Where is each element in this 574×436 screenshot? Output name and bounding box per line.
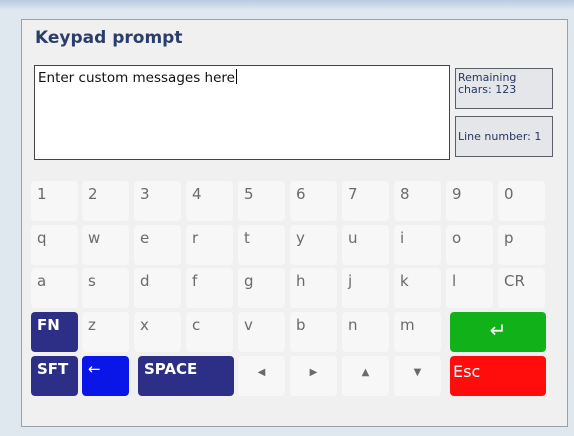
enter-button[interactable]: ↵ (450, 312, 546, 352)
cursor-left-button[interactable]: ◀ (238, 356, 285, 396)
cursor-up-button[interactable]: ▲ (342, 356, 389, 396)
key-k[interactable]: k (394, 268, 441, 308)
key-8[interactable]: 8 (394, 181, 441, 221)
up-arrow-icon: ▲ (361, 367, 370, 378)
key-f[interactable]: f (186, 268, 233, 308)
key-j[interactable]: j (342, 268, 389, 308)
key-b[interactable]: b (290, 312, 337, 352)
key-2[interactable]: 2 (82, 181, 129, 221)
key-g[interactable]: g (238, 268, 285, 308)
key-t[interactable]: t (238, 225, 285, 265)
enter-icon: ↵ (489, 318, 507, 342)
key-h[interactable]: h (290, 268, 337, 308)
key-4[interactable]: 4 (186, 181, 233, 221)
desktop-strip (0, 0, 574, 10)
key-shift[interactable]: SFT (31, 356, 78, 396)
left-arrow-icon: ◀ (257, 367, 266, 378)
dialog-title: Keypad prompt (35, 28, 183, 48)
key-6[interactable]: 6 (290, 181, 337, 221)
key-w[interactable]: w (82, 225, 129, 265)
key-n[interactable]: n (342, 312, 389, 352)
space-button[interactable]: SPACE (138, 356, 234, 396)
key-c[interactable]: c (186, 312, 233, 352)
key-v[interactable]: v (238, 312, 285, 352)
key-x[interactable]: x (134, 312, 181, 352)
text-caret (235, 69, 237, 84)
key-1[interactable]: 1 (31, 181, 78, 221)
message-input[interactable]: Enter custom messages here (34, 65, 450, 160)
escape-button[interactable]: Esc (450, 356, 546, 396)
right-arrow-icon: ▶ (309, 367, 318, 378)
key-0[interactable]: 0 (498, 181, 545, 221)
remaining-chars-display: Remaining chars: 123 (455, 68, 553, 109)
line-number-label: Line number: 1 (458, 129, 542, 143)
key-s[interactable]: s (82, 268, 129, 308)
key-y[interactable]: y (290, 225, 337, 265)
remaining-count: chars: 123 (458, 83, 517, 96)
key-3[interactable]: 3 (134, 181, 181, 221)
backspace-button[interactable]: ← (82, 356, 129, 396)
down-arrow-icon: ▼ (413, 367, 422, 378)
cursor-right-button[interactable]: ▶ (290, 356, 337, 396)
key-u[interactable]: u (342, 225, 389, 265)
key-o[interactable]: o (446, 225, 493, 265)
key-9[interactable]: 9 (446, 181, 493, 221)
key-7[interactable]: 7 (342, 181, 389, 221)
key-d[interactable]: d (134, 268, 181, 308)
key-p[interactable]: p (498, 225, 545, 265)
key-m[interactable]: m (394, 312, 441, 352)
key-fn[interactable]: FN (31, 312, 78, 352)
key-5[interactable]: 5 (238, 181, 285, 221)
key-z[interactable]: z (82, 312, 129, 352)
key-r[interactable]: r (186, 225, 233, 265)
keypad-dialog: Keypad prompt Enter custom messages here… (21, 19, 568, 427)
message-text: Enter custom messages here (38, 70, 235, 86)
key-a[interactable]: a (31, 268, 78, 308)
key-e[interactable]: e (134, 225, 181, 265)
key-l[interactable]: l (446, 268, 493, 308)
key-cr[interactable]: CR (498, 268, 545, 308)
cursor-down-button[interactable]: ▼ (394, 356, 441, 396)
line-number-display: Line number: 1 (455, 116, 553, 157)
key-q[interactable]: q (31, 225, 78, 265)
key-i[interactable]: i (394, 225, 441, 265)
backspace-arrow-icon: ← (88, 360, 101, 378)
